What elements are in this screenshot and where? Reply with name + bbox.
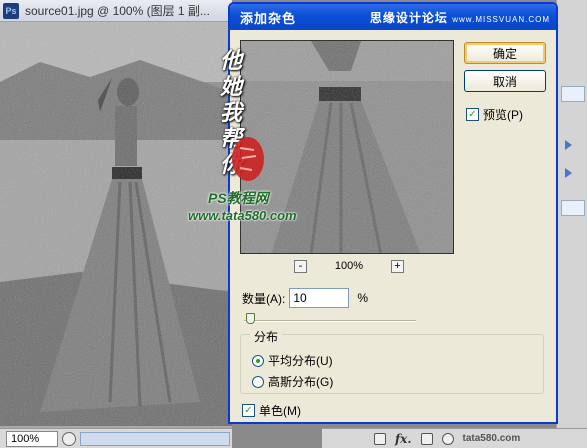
layer-style-fx-icon[interactable]: fx. [395, 432, 412, 446]
adjustment-layer-icon[interactable] [441, 432, 454, 445]
distribution-group-label: 分布 [250, 328, 283, 345]
uniform-radio[interactable] [252, 354, 264, 367]
status-menu-icon[interactable] [62, 431, 76, 446]
forum-watermark: 思缘设计论坛 www.MISSVUAN.COM [370, 9, 550, 26]
preview-checkbox-row[interactable]: ✓ 预览(P) [466, 106, 523, 123]
gaussian-option[interactable]: 高斯分布(G) [252, 373, 333, 390]
canvas-image [0, 22, 232, 426]
monochromatic-row[interactable]: ✓ 单色(M) [242, 402, 301, 419]
horizontal-scrollbar[interactable] [80, 431, 230, 446]
document-window: Ps source01.jpg @ 100% (图层 1 副... 100% [0, 0, 232, 448]
document-titlebar[interactable]: Ps source01.jpg @ 100% (图层 1 副... [0, 0, 232, 22]
zoom-in-button[interactable]: + [390, 259, 404, 273]
dialog-titlebar[interactable]: 添加杂色 思缘设计论坛 www.MISSVUAN.COM [230, 4, 556, 30]
monochromatic-label: 单色(M) [259, 404, 301, 418]
forum-watermark-main: 思缘设计论坛 [369, 10, 448, 25]
uniform-label: 平均分布(U) [268, 354, 333, 368]
site-watermark-url: www.tata580.com [188, 208, 297, 223]
layers-panel-footer: fx. tata580.com [322, 428, 587, 448]
panel-tab[interactable] [561, 86, 585, 102]
preview-zoom-level: 100% [334, 260, 364, 272]
preview-zoom-controls: - 100% + [294, 258, 404, 274]
monochromatic-checkbox[interactable]: ✓ [242, 404, 255, 417]
dialog-title: 添加杂色 [240, 10, 297, 26]
zoom-level-field[interactable]: 100% [6, 430, 58, 447]
bottom-brand-watermark: tata580.com [462, 433, 521, 444]
site-watermark-brand: PS教程网 [208, 190, 269, 206]
panel-dock [556, 0, 587, 448]
photoshop-workspace: Ps source01.jpg @ 100% (图层 1 副... 100% f… [0, 0, 587, 448]
site-watermark: PS教程网 www.tata580.com [188, 188, 297, 223]
panel-expand-icon[interactable] [565, 140, 572, 150]
forum-watermark-url: www.MISSVUAN.COM [452, 14, 550, 24]
gaussian-label: 高斯分布(G) [268, 375, 334, 389]
cancel-button-label: 取消 [492, 74, 517, 89]
photoshop-icon: Ps [3, 2, 19, 19]
amount-input[interactable]: 10 [289, 288, 350, 308]
panel-tab[interactable] [561, 200, 585, 216]
add-mask-icon[interactable] [420, 432, 433, 445]
amount-row: 数量(A): 10 % [242, 288, 368, 308]
document-canvas[interactable] [0, 22, 232, 426]
ok-button[interactable]: 确定 [464, 42, 546, 64]
amount-unit: % [357, 291, 369, 305]
panel-expand-icon[interactable] [565, 168, 572, 178]
preview-checkbox-label: 预览(P) [483, 108, 523, 122]
zoom-out-button[interactable]: - [294, 259, 307, 273]
amount-slider-thumb[interactable] [246, 313, 255, 324]
preview-checkbox[interactable]: ✓ [466, 108, 479, 121]
document-title: source01.jpg @ 100% (图层 1 副... [25, 4, 210, 18]
ok-button-label: 确定 [492, 46, 517, 61]
link-layers-icon[interactable] [374, 432, 386, 445]
gaussian-radio[interactable] [252, 375, 264, 388]
cancel-button[interactable]: 取消 [464, 70, 546, 92]
red-seal-icon [232, 137, 264, 181]
document-statusbar: 100% [0, 428, 232, 448]
amount-label: 数量(A): [242, 291, 286, 306]
uniform-option[interactable]: 平均分布(U) [252, 352, 333, 369]
amount-slider-track[interactable] [244, 320, 416, 322]
